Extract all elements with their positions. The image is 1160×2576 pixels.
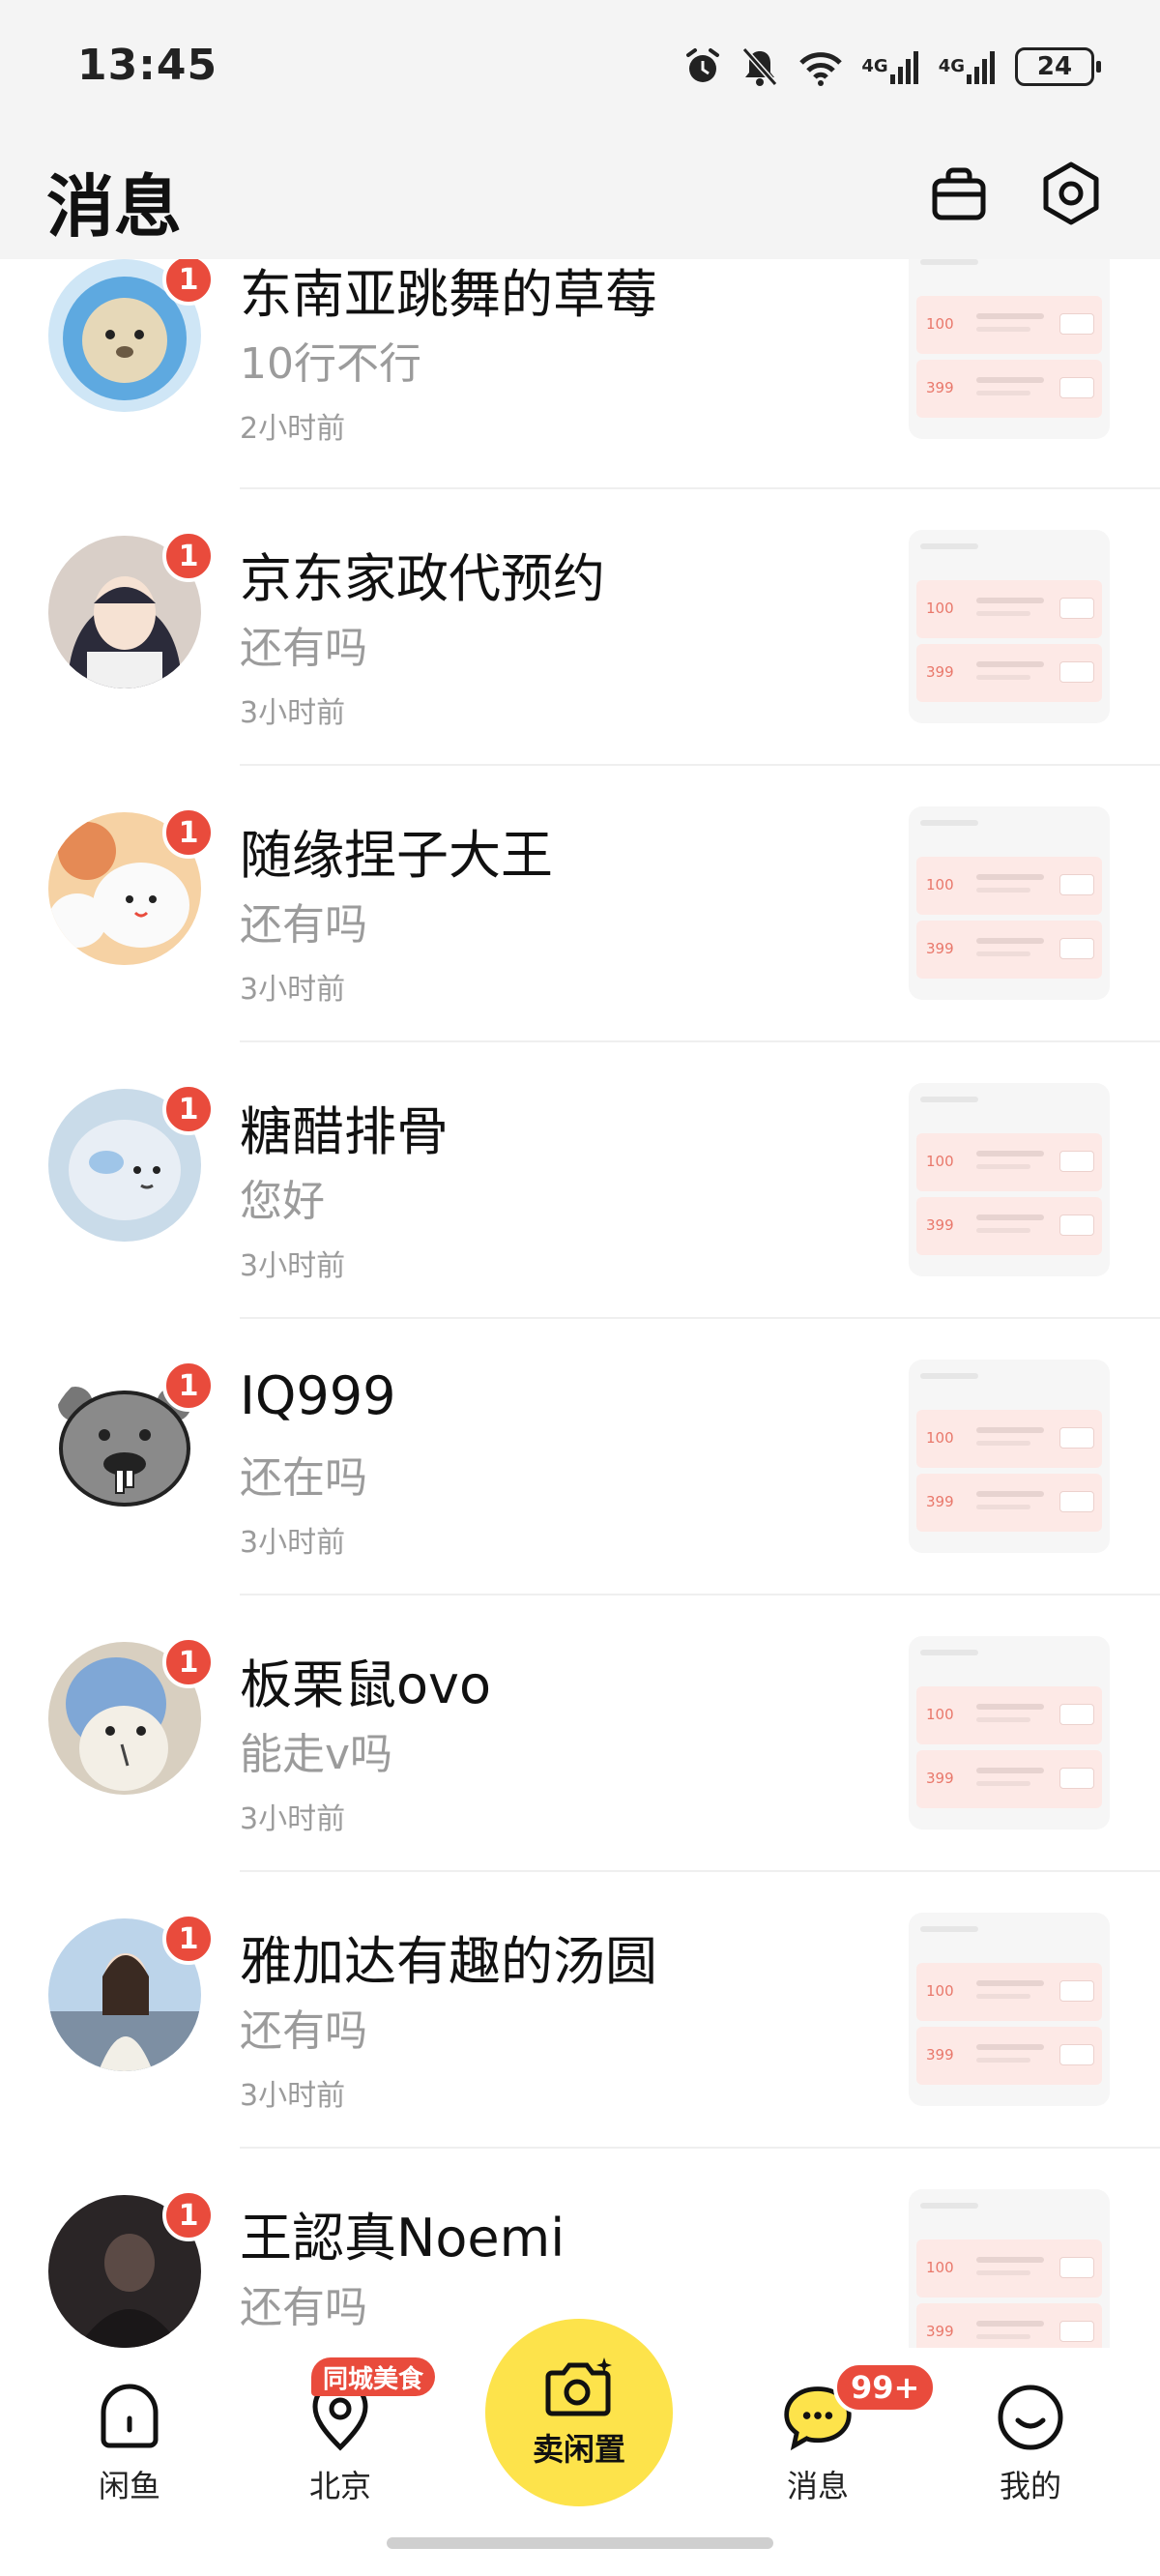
unread-badge: 1	[162, 530, 215, 582]
row-divider	[240, 1317, 1160, 1319]
status-bar: 13:45 4G 4G 24	[0, 0, 1160, 145]
conversation-row[interactable]: 1 东南亚跳舞的草莓 10行不行 2小时前 100 399	[0, 259, 1160, 537]
contact-name: 糖醋排骨	[240, 1101, 449, 1162]
message-time: 3小时前	[240, 2079, 346, 2113]
row-divider	[240, 1870, 1160, 1872]
item-thumbnail[interactable]: 100 399	[909, 259, 1110, 439]
messages-count-badge: 99+	[833, 2361, 938, 2414]
row-divider	[240, 1040, 1160, 1042]
contact-name: 随缘捏子大王	[240, 825, 553, 886]
home-indicator[interactable]	[387, 2537, 773, 2549]
row-divider	[240, 487, 1160, 489]
message-time: 3小时前	[240, 1802, 346, 1836]
message-time: 2小时前	[240, 412, 346, 446]
conversation-row[interactable]: 1 京东家政代预约 还有吗 3小时前 100 399	[0, 530, 1160, 813]
item-thumbnail[interactable]: 100 399	[909, 2189, 1110, 2348]
message-preview: 还在吗	[240, 1453, 367, 1503]
item-thumbnail[interactable]: 100 399	[909, 806, 1110, 1000]
conversation-list: 1 东南亚跳舞的草莓 10行不行 2小时前 100 399 1 京东家政代预约 …	[0, 259, 1160, 2348]
conversation-row[interactable]: 1 板栗鼠ovo 能走v吗 3小时前 100 399	[0, 1636, 1160, 1919]
message-preview: 还有吗	[240, 900, 367, 950]
tab-me[interactable]: 我的	[953, 2348, 1108, 2532]
page-header: 消息	[0, 145, 1160, 259]
camera-icon	[545, 2357, 612, 2416]
conversation-row[interactable]: 1 糖醋排骨 您好 3小时前 100 399	[0, 1083, 1160, 1366]
status-icons: 4G 4G 24	[682, 44, 1101, 89]
wifi-icon	[796, 45, 846, 88]
unread-badge: 1	[162, 1636, 215, 1688]
settings-icon	[1043, 161, 1099, 225]
conversation-row[interactable]: 1 随缘捏子大王 还有吗 3小时前 100 399	[0, 806, 1160, 1090]
contact-name: 雅加达有趣的汤圆	[240, 1931, 657, 1992]
message-preview: 还有吗	[240, 2283, 367, 2332]
item-thumbnail[interactable]: 100 399	[909, 1360, 1110, 1553]
unread-badge: 1	[162, 1913, 215, 1965]
message-preview: 还有吗	[240, 2006, 367, 2056]
city-food-tag: 同城美食	[311, 2357, 436, 2396]
mute-bell-icon	[740, 45, 780, 88]
item-thumbnail[interactable]: 100 399	[909, 1913, 1110, 2106]
message-time: 3小时前	[240, 1526, 346, 1560]
cellular-signal-icon-2: 4G	[939, 47, 1000, 86]
message-time: 3小时前	[240, 696, 346, 730]
message-preview: 您好	[240, 1177, 325, 1226]
home-icon	[93, 2381, 166, 2454]
sell-button-label: 卖闲置	[532, 2431, 625, 2468]
tab-home[interactable]: 闲鱼	[52, 2348, 207, 2532]
item-thumbnail[interactable]: 100 399	[909, 1083, 1110, 1276]
item-thumbnail[interactable]: 100 399	[909, 1636, 1110, 1830]
alarm-icon	[682, 45, 724, 88]
settings-button[interactable]	[1032, 155, 1110, 232]
unread-badge: 1	[162, 1083, 215, 1135]
cellular-signal-icon: 4G	[861, 47, 922, 86]
page-title: 消息	[46, 167, 182, 247]
message-preview: 10行不行	[240, 339, 421, 389]
message-time: 3小时前	[240, 973, 346, 1007]
contact-name: 东南亚跳舞的草莓	[240, 264, 657, 325]
tab-me-label: 我的	[999, 2468, 1061, 2504]
unread-badge: 1	[162, 1360, 215, 1412]
contact-name: IQ999	[240, 1365, 396, 1426]
store-button[interactable]	[920, 155, 998, 232]
row-divider	[240, 1594, 1160, 1595]
row-divider	[240, 2147, 1160, 2149]
row-divider	[240, 764, 1160, 766]
tab-messages-label: 消息	[786, 2468, 849, 2504]
sell-button[interactable]: 卖闲置	[485, 2319, 673, 2506]
messages-screen: 13:45 4G 4G 24 消息 1 东南亚跳舞的草莓 10行不行 2小时前 …	[0, 0, 1160, 2576]
contact-name: 板栗鼠ovo	[240, 1654, 492, 1715]
shop-bag-icon	[932, 167, 986, 220]
unread-badge: 1	[162, 806, 215, 859]
tab-home-label: 闲鱼	[98, 2468, 160, 2504]
unread-badge: 1	[162, 2189, 215, 2241]
contact-name: 王認真Noemi	[240, 2208, 566, 2269]
message-preview: 能走v吗	[240, 1730, 393, 1779]
conversation-row[interactable]: 1 IQ999 还在吗 3小时前 100 399	[0, 1360, 1160, 1643]
battery-indicator: 24	[1015, 47, 1101, 86]
item-thumbnail[interactable]: 100 399	[909, 530, 1110, 723]
contact-name: 京东家政代预约	[240, 548, 605, 609]
conversation-row[interactable]: 1 雅加达有趣的汤圆 还有吗 3小时前 100 399	[0, 1913, 1160, 2196]
message-time: 3小时前	[240, 1249, 346, 1283]
unread-badge: 1	[162, 259, 215, 306]
tab-city-label: 北京	[308, 2468, 371, 2504]
message-preview: 还有吗	[240, 624, 367, 673]
smile-face-icon	[994, 2381, 1067, 2454]
status-time: 13:45	[77, 41, 218, 90]
